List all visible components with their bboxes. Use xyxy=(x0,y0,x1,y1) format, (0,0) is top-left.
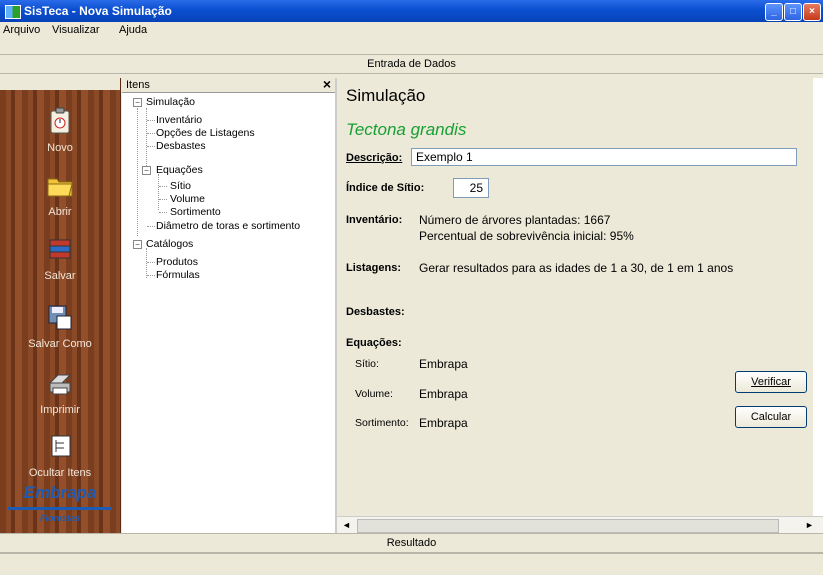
imprimir-button[interactable]: Imprimir xyxy=(0,368,120,416)
desbastes-label: Desbastes: xyxy=(346,306,405,318)
save-as-icon xyxy=(48,305,72,330)
species-name: Tectona grandis xyxy=(346,120,467,139)
embrapa-logo: Embrapa Florestas xyxy=(8,483,112,529)
tree-node-equacoes[interactable]: Equações xyxy=(156,164,203,176)
input-section-bar: Entrada de Dados xyxy=(0,54,823,74)
eq-sortimento-value: Embrapa xyxy=(419,416,468,430)
menu-bar: Arquivo Visualizar Ajuda xyxy=(0,22,823,38)
clipboard-icon xyxy=(50,107,70,134)
novo-label: Novo xyxy=(47,142,73,154)
items-tree-panel: Itens × − Simulação Inventário Opções de… xyxy=(122,76,337,533)
folder-icon xyxy=(47,178,73,197)
menu-arquivo[interactable]: Arquivo xyxy=(3,24,40,36)
listagens-label: Listagens: xyxy=(346,262,402,274)
salvar-como-button[interactable]: Salvar Como xyxy=(0,302,120,350)
tree-node-simulacao[interactable]: Simulação xyxy=(146,96,195,108)
menu-visualizar[interactable]: Visualizar xyxy=(52,24,100,36)
horizontal-scrollbar[interactable]: ◄ ► xyxy=(337,516,823,534)
tree-node-volume[interactable]: Volume xyxy=(170,193,205,205)
descricao-input[interactable]: Exemplo 1 xyxy=(411,148,797,166)
logo-text: Embrapa xyxy=(23,483,97,502)
expand-catalogos-icon[interactable]: − xyxy=(133,240,142,249)
ocultar-itens-button[interactable]: Ocultar Itens xyxy=(0,431,120,479)
minimize-button[interactable]: _ xyxy=(765,3,783,21)
eq-sortimento-label: Sortimento: xyxy=(355,417,409,429)
app-icon xyxy=(5,5,21,19)
page-title: Simulação xyxy=(346,86,426,105)
hide-items-icon xyxy=(51,435,71,457)
tree-node-opcoes[interactable]: Opções de Listagens xyxy=(156,127,255,139)
inventario-label: Inventário: xyxy=(346,214,403,226)
verificar-button[interactable]: Verificar xyxy=(735,371,807,393)
abrir-button[interactable]: Abrir xyxy=(0,170,120,218)
title-bar: SisTeca - Nova Simulação _ □ × xyxy=(0,0,823,22)
indice-sitio-label: Índice de Sítio: xyxy=(346,182,425,194)
close-button[interactable]: × xyxy=(803,3,821,21)
inventario-line1: Número de árvores plantadas: 1667 xyxy=(419,213,611,227)
tree-node-sortimento[interactable]: Sortimento xyxy=(170,206,221,218)
eq-volume-label: Volume: xyxy=(355,388,393,400)
logo-subtext: Florestas xyxy=(39,513,81,523)
tree-header-label: Itens xyxy=(126,79,150,91)
scroll-right-icon[interactable]: ► xyxy=(803,519,816,532)
expand-equacoes-icon[interactable]: − xyxy=(142,166,151,175)
status-bar xyxy=(0,553,823,575)
imprimir-label: Imprimir xyxy=(40,404,80,416)
eq-volume-value: Embrapa xyxy=(419,387,468,401)
tree-node-formulas[interactable]: Fórmulas xyxy=(156,269,200,281)
side-toolbar: Novo Abrir Salvar Salvar Como Imprimir O… xyxy=(0,76,121,533)
window-title: SisTeca - Nova Simulação xyxy=(24,4,172,18)
tree-node-catalogos[interactable]: Catálogos xyxy=(146,238,193,250)
result-section-bar: Resultado xyxy=(0,533,823,553)
books-icon xyxy=(49,239,71,259)
tree-close-icon[interactable]: × xyxy=(323,76,331,92)
tree-node-desbastes[interactable]: Desbastes xyxy=(156,140,206,152)
maximize-button[interactable]: □ xyxy=(784,3,802,21)
menu-ajuda[interactable]: Ajuda xyxy=(119,24,147,36)
tree-node-inventario[interactable]: Inventário xyxy=(156,114,202,126)
tree-node-diametro[interactable]: Diâmetro de toras e sortimento xyxy=(156,220,300,232)
tree-node-produtos[interactable]: Produtos xyxy=(156,256,198,268)
ocultar-itens-label: Ocultar Itens xyxy=(28,467,92,479)
scroll-left-icon[interactable]: ◄ xyxy=(340,519,353,532)
tree-node-sitio[interactable]: Sítio xyxy=(170,180,191,192)
salvar-label: Salvar xyxy=(44,270,76,282)
tree-header: Itens × xyxy=(122,76,335,93)
vertical-scrollbar[interactable] xyxy=(813,78,823,516)
expand-simulacao-icon[interactable]: − xyxy=(133,98,142,107)
abrir-label: Abrir xyxy=(48,206,72,218)
simulation-panel: Simulação Tectona grandis Descrição: Exe… xyxy=(337,78,813,516)
descricao-label: Descrição: xyxy=(346,152,403,164)
listagens-text: Gerar resultados para as idades de 1 a 3… xyxy=(419,261,734,275)
indice-sitio-input[interactable]: 25 xyxy=(453,178,489,198)
eq-sitio-value: Embrapa xyxy=(419,357,468,371)
inventario-line2: Percentual de sobrevivência inicial: 95% xyxy=(419,229,634,243)
calcular-button[interactable]: Calcular xyxy=(735,406,807,428)
printer-icon xyxy=(48,374,72,395)
novo-button[interactable]: Novo xyxy=(0,106,120,154)
equacoes-label: Equações: xyxy=(346,337,402,349)
eq-sitio-label: Sítio: xyxy=(355,358,379,370)
scroll-thumb[interactable] xyxy=(357,519,779,533)
salvar-button[interactable]: Salvar xyxy=(0,234,120,282)
salvar-como-label: Salvar Como xyxy=(28,338,92,350)
